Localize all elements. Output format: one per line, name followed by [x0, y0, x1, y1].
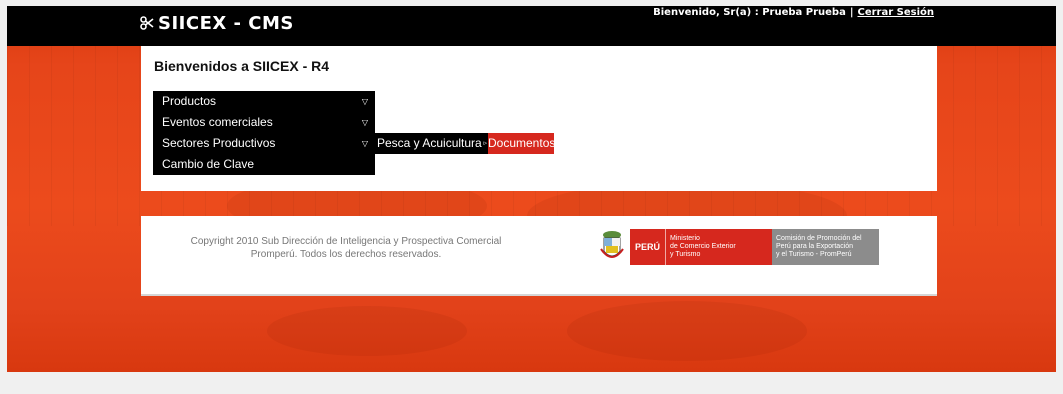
menu-item-label: Productos — [162, 94, 217, 108]
submenu-item-pesca-y-acuicultura[interactable]: Pesca y Acuicultura ▹ — [375, 133, 488, 154]
submenu-item-label: Pesca y Acuicultura — [377, 136, 482, 150]
logout-link[interactable]: Cerrar Sesión — [858, 7, 935, 18]
welcome-bar: Bienvenido, Sr(a) : Prueba Prueba | Cerrar… — [653, 7, 934, 18]
chevron-down-icon: ▽ — [361, 118, 368, 127]
chevron-down-icon: ▽ — [361, 97, 368, 106]
welcome-text: Bienvenido, Sr(a) : Prueba Prueba — [653, 7, 846, 18]
mincetur-line: Ministerio — [670, 235, 700, 242]
menu-item-sectores-productivos[interactable]: Sectores Productivos ▽ — [153, 133, 375, 154]
menu-item-productos[interactable]: Productos ▽ — [153, 91, 375, 112]
menu-item-cambio-de-clave[interactable]: Cambio de Clave — [153, 154, 375, 175]
promperu-line: y el Turismo - PromPerú — [776, 251, 852, 258]
copyright-line: Promperú. Todos los derechos reservados. — [250, 249, 442, 260]
footer-panel: Copyright 2010 Sub Dirección de Intelige… — [141, 216, 937, 296]
welcome-separator: | — [849, 7, 854, 18]
mincetur-line: de Comercio Exterior — [670, 243, 736, 250]
menu-item-eventos-comerciales[interactable]: Eventos comerciales ▽ — [153, 112, 375, 133]
menu-item-label: Eventos comerciales — [162, 115, 273, 129]
scissors-logo-icon — [140, 16, 154, 30]
chevron-down-icon: ▽ — [361, 139, 368, 148]
background-world-map — [267, 306, 467, 356]
promperu-logo: Comisión de Promoción del Perú para la E… — [772, 229, 879, 265]
mincetur-logo: Ministerio de Comercio Exterior y Turism… — [665, 229, 772, 265]
copyright-line: Copyright 2010 Sub Dirección de Intelige… — [190, 236, 502, 247]
mincetur-line: y Turismo — [670, 251, 701, 258]
menu-item-label: Sectores Productivos — [162, 136, 276, 150]
promperu-line: Perú para la Exportación — [776, 243, 854, 250]
institution-logos: PERÚ Ministerio de Comercio Exterior y T… — [598, 229, 879, 265]
site-logo[interactable]: SIICEX - CMS — [140, 12, 294, 34]
peru-logo: PERÚ — [630, 229, 665, 265]
background-world-map — [567, 301, 807, 361]
menu-item-label: Cambio de Clave — [162, 157, 255, 171]
page-title: Bienvenidos a SIICEX - R4 — [154, 58, 330, 74]
logo-text: SIICEX - CMS — [158, 12, 294, 34]
chevron-right-icon: ▹ — [483, 140, 487, 147]
submenu-sectores: Pesca y Acuicultura ▹ Documentos — [375, 133, 556, 154]
main-menu: Productos ▽ Eventos comerciales ▽ Sector… — [153, 91, 375, 175]
copyright-text: Copyright 2010 Sub Dirección de Intelige… — [161, 235, 531, 261]
submenu-item-label: Documentos — [488, 136, 556, 150]
promperu-line: Comisión de Promoción del — [776, 235, 862, 242]
peru-coat-of-arms-icon — [600, 231, 624, 258]
submenu-item-documentos[interactable]: Documentos — [488, 133, 556, 154]
content-panel: Bienvenidos a SIICEX - R4 Productos ▽ Ev… — [141, 46, 937, 191]
